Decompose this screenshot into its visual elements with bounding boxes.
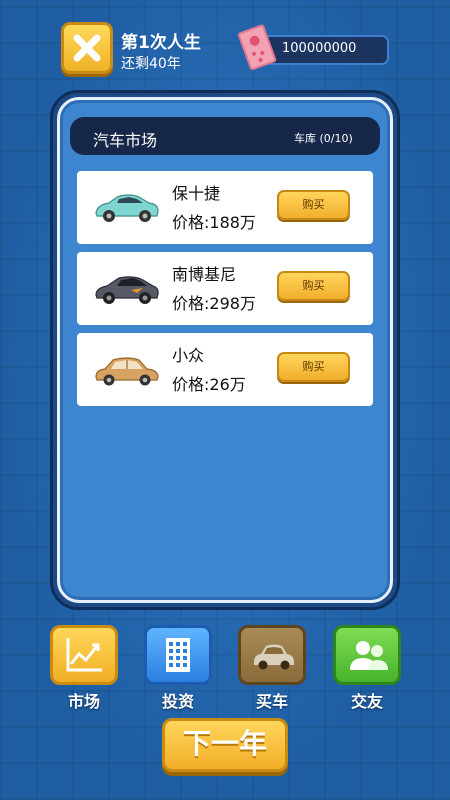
years-left: 还剩40年 (121, 56, 181, 72)
money-ticket-icon (237, 24, 277, 71)
nav-market-label: 市场 (67, 692, 100, 711)
nav-market-button[interactable] (50, 625, 118, 685)
market-title: 汽车市场 (93, 131, 158, 150)
car-price: 价格:26万 (172, 375, 246, 394)
garage-count: 车库 (0/10) (294, 132, 353, 145)
buy-button[interactable]: 购买 (277, 271, 350, 301)
car-name: 保十捷 (172, 184, 221, 203)
chart-icon (66, 638, 102, 672)
money-amount: 100000000 (282, 41, 357, 56)
car-name: 小众 (172, 346, 205, 365)
car-card: 小众 价格:26万 购买 (77, 333, 373, 406)
buy-button[interactable]: 购买 (277, 352, 350, 382)
friends-icon (350, 641, 388, 670)
nav-friends-label: 交友 (350, 692, 383, 711)
car-price: 价格:298万 (172, 294, 256, 313)
car-icon (254, 644, 294, 670)
supercar-icon (95, 276, 159, 304)
car-name: 南博基尼 (172, 265, 237, 284)
car-card: 南博基尼 价格:298万 购买 (77, 252, 373, 325)
nav-invest-label: 投资 (161, 692, 194, 711)
life-title: 第1次人生 (121, 33, 201, 53)
sedan-icon (95, 357, 159, 386)
next-year-button[interactable]: 下一年 (162, 718, 288, 772)
close-icon (73, 34, 101, 62)
car-price: 价格:188万 (172, 213, 256, 232)
close-button[interactable] (61, 22, 113, 74)
nav-invest-button[interactable] (144, 625, 212, 685)
buy-button[interactable]: 购买 (277, 190, 350, 220)
sports-car-icon (95, 194, 159, 222)
building-icon (166, 638, 190, 672)
car-card: 保十捷 价格:188万 购买 (77, 171, 373, 244)
nav-friends-button[interactable] (333, 625, 401, 685)
nav-buy-car-label: 买车 (255, 692, 288, 711)
nav-buy-car-button[interactable] (238, 625, 306, 685)
